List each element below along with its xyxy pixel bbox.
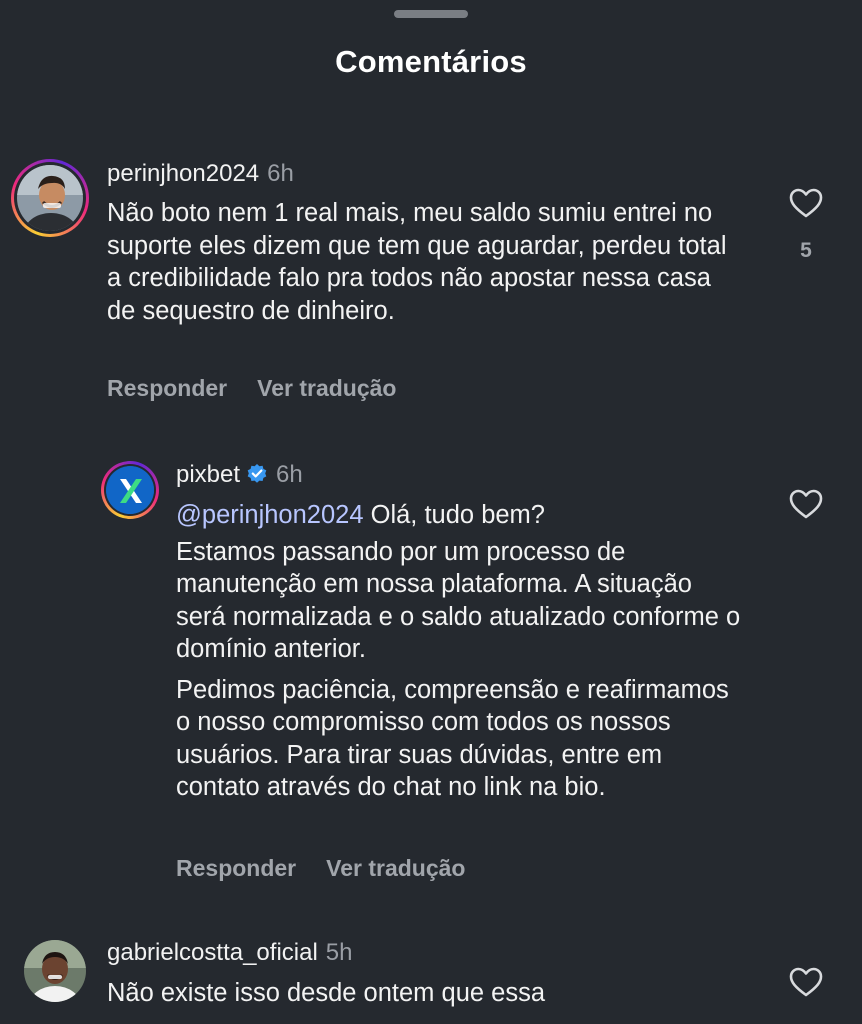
reply-paragraph-1: Estamos passando por um processo de manu… [176, 537, 741, 664]
reply-greeting: Olá, tudo bem? [370, 501, 545, 529]
comment-header: perinjhon2024 6h [107, 160, 294, 188]
see-translation-button[interactable]: Ver tradução [326, 855, 465, 881]
person-photo-icon [24, 940, 86, 1002]
comment-time: 6h [267, 160, 294, 187]
username-link[interactable]: perinjhon2024 [107, 160, 259, 187]
reply-header: pixbet 6h [176, 461, 303, 489]
comment-body: Não boto nem 1 real mais, meu saldo sumi… [107, 199, 727, 325]
sheet-title: Comentários [335, 44, 527, 79]
comment-body: Não existe isso desde ontem que essa [107, 979, 546, 1007]
avatar-photo [106, 466, 154, 514]
heart-outline-icon[interactable] [789, 489, 823, 519]
like-count[interactable]: 5 [789, 239, 823, 263]
reply-body: @perinjhon2024 Olá, tudo bem? Estamos pa… [176, 499, 746, 804]
reply-paragraph-2: Pedimos paciência, compreensão e reafirm… [176, 675, 729, 802]
pixbet-logo-icon [106, 466, 154, 514]
reply-button[interactable]: Responder [176, 855, 296, 881]
reply-button[interactable]: Responder [107, 375, 227, 401]
drag-handle[interactable] [394, 10, 468, 18]
heart-outline-icon[interactable] [789, 967, 823, 997]
username-link[interactable]: pixbet [176, 461, 240, 488]
comment-time: 6h [276, 461, 303, 488]
avatar-photo [17, 165, 83, 231]
mention-link[interactable]: @perinjhon2024 [176, 501, 364, 529]
comments-sheet: Comentários perinjhon2024 6h Não boto nem… [0, 0, 862, 1024]
see-translation-button[interactable]: Ver tradução [257, 375, 396, 401]
avatar-gabrielcostta_oficial[interactable] [24, 940, 86, 1002]
username-link[interactable]: gabrielcostta_oficial [107, 939, 318, 966]
comment-header: gabrielcostta_oficial 5h [107, 939, 353, 967]
comment-actions: Responder Ver tradução [107, 375, 426, 402]
reply-actions: Responder Ver tradução [176, 855, 495, 882]
avatar-perinjhon2024[interactable] [11, 159, 89, 237]
avatar-pixbet[interactable] [101, 461, 159, 519]
verified-badge-icon [247, 464, 267, 483]
person-photo-icon [17, 165, 83, 231]
heart-outline-icon[interactable] [789, 188, 823, 218]
comment-time: 5h [325, 939, 353, 966]
